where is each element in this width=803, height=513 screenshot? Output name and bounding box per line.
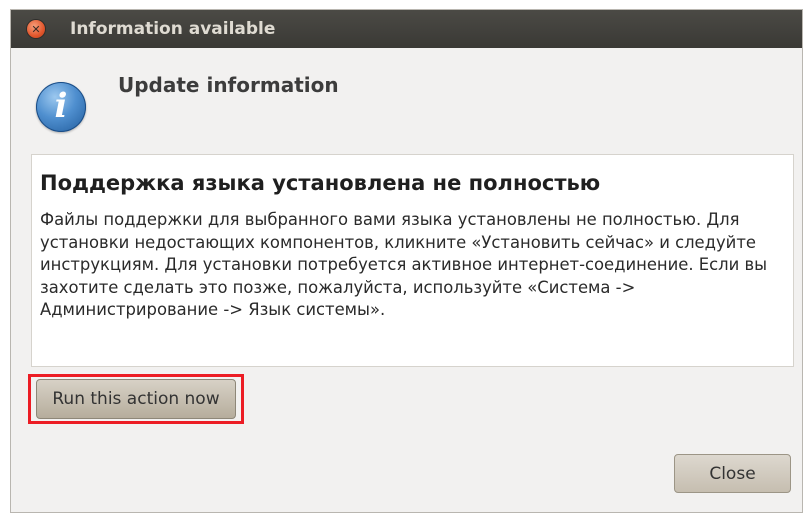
info-icon-glyph: i: [54, 86, 68, 126]
message-panel: Поддержка языка установлена не полностью…: [31, 154, 794, 367]
window-title: Information available: [70, 19, 276, 39]
dialog-window: ✕ Information available i Update informa…: [10, 9, 803, 513]
titlebar: ✕ Information available: [11, 10, 802, 48]
dialog-heading: Update information: [118, 73, 339, 97]
run-action-button[interactable]: Run this action now: [36, 379, 236, 419]
window-close-button[interactable]: ✕: [27, 20, 45, 38]
close-button[interactable]: Close: [674, 454, 791, 493]
info-icon: i: [36, 82, 86, 132]
message-body: Файлы поддержки для выбранного вами язык…: [40, 210, 768, 319]
message-title: Поддержка языка установлена не полностью: [40, 171, 601, 195]
close-icon: ✕: [31, 22, 41, 36]
